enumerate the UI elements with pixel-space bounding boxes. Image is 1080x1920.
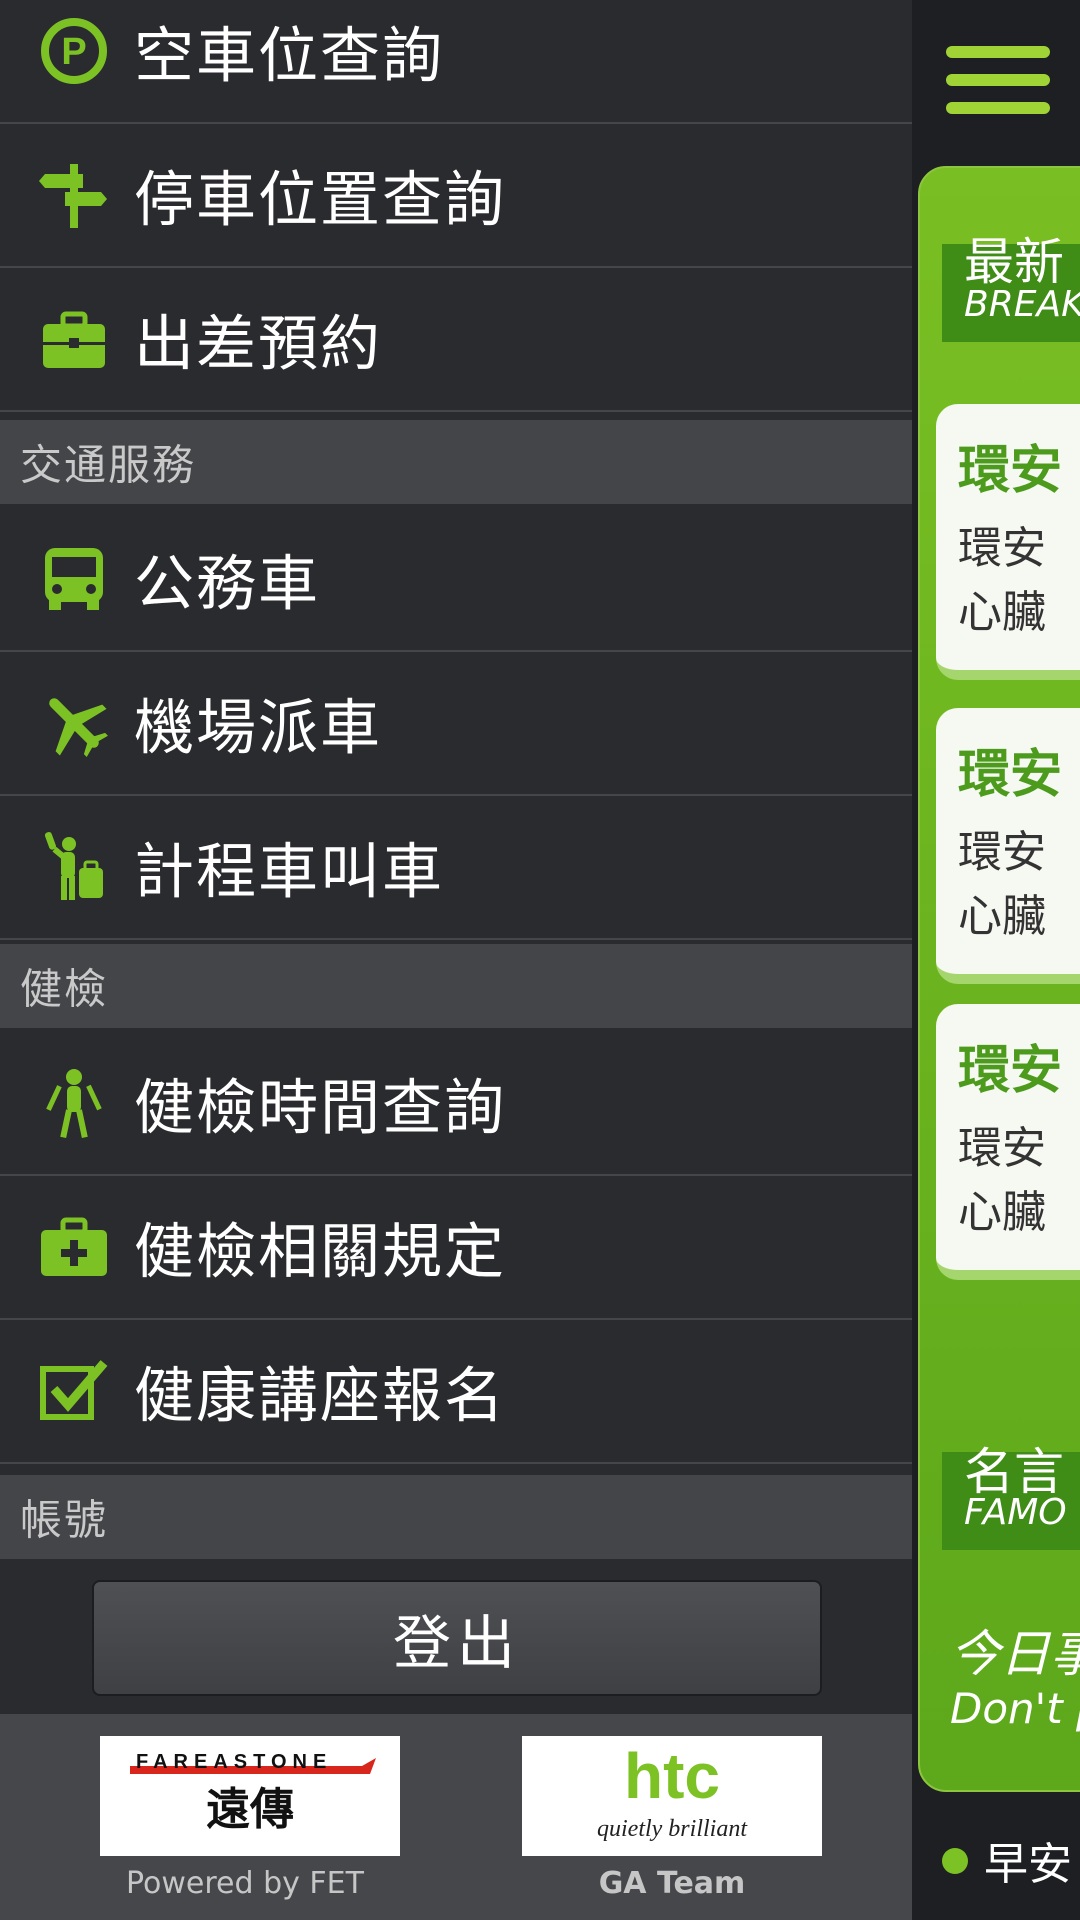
person-icon (38, 1067, 110, 1139)
menu-icon[interactable] (946, 46, 1050, 114)
news-line: 心臟 (958, 587, 1046, 638)
checkbox-icon (38, 1355, 110, 1427)
signpost-icon (38, 159, 110, 231)
fet-caption: Powered by FET (126, 1866, 364, 1901)
htc-caption: GA Team (598, 1866, 746, 1901)
fet-logo: FAREASTONE 遠傳 (100, 1736, 400, 1856)
quote-zh: 今日事 (950, 1625, 1080, 1683)
greeting-text: 早安 (984, 1839, 1072, 1890)
quote-en: Don't p (950, 1684, 1080, 1733)
menu-item-official-car[interactable]: 公務車 (0, 508, 912, 652)
menu-item-label: 停車位置查詢 (134, 165, 506, 236)
news-card[interactable]: 環安 環安 心臟 (936, 1004, 1080, 1280)
menu-item-checkup-time[interactable]: 健檢時間查詢 (0, 1032, 912, 1176)
fet-logo-top: FAREASTONE (136, 1751, 332, 1773)
section-title: 帳號 (20, 1495, 109, 1545)
news-line: 環安 (958, 827, 1046, 878)
menu-item-label: 健檢時間查詢 (134, 1073, 506, 1144)
menu-item-label: 出差預約 (134, 309, 382, 380)
menu-item-label: 空車位查詢 (134, 21, 444, 92)
menu-item-health-seminar[interactable]: 健康講座報名 (0, 1320, 912, 1464)
news-title: 環安 (958, 745, 1063, 805)
news-line: 環安 (958, 1123, 1046, 1174)
menu-item-checkup-rules[interactable]: 健檢相關規定 (0, 1176, 912, 1320)
news-card[interactable]: 環安 環安 心臟 (936, 708, 1080, 984)
section-header-health: 健檢 (0, 944, 912, 1028)
menu-item-business-trip[interactable]: 出差預約 (0, 268, 912, 412)
medical-kit-icon (38, 1211, 110, 1283)
airplane-icon (38, 687, 110, 759)
menu-item-parking-location[interactable]: 停車位置查詢 (0, 124, 912, 268)
banner-subtitle: FAMO (964, 1492, 1067, 1533)
news-title: 環安 (958, 1041, 1063, 1101)
menu-item-vacant-parking[interactable]: P 空車位查詢 (0, 0, 912, 124)
menu-item-call-taxi[interactable]: 計程車叫車 (0, 796, 912, 940)
htc-logo: htc quietly brilliant (522, 1736, 822, 1856)
footer: FAREASTONE 遠傳 Powered by FET htc quietly… (0, 1714, 912, 1920)
section-title: 交通服務 (20, 440, 197, 490)
parking-icon: P (38, 15, 110, 87)
banner-subtitle: BREAK (964, 284, 1080, 325)
bus-icon (38, 543, 110, 615)
htc-logo-bottom: quietly brilliant (597, 1816, 748, 1842)
taxi-hail-icon (38, 831, 110, 903)
menu-item-label: 公務車 (134, 549, 320, 620)
news-title: 環安 (958, 441, 1063, 501)
svg-text:P: P (61, 31, 86, 73)
section-title: 健檢 (20, 964, 109, 1014)
breaking-banner: 最新 BREAK (942, 233, 1080, 342)
main-content-peek: 最新 BREAK 環安 環安 心臟 環安 環安 心臟 環安 環安 心臟 名言 F… (912, 0, 1080, 1920)
briefcase-icon (38, 303, 110, 375)
news-line: 環安 (958, 523, 1046, 574)
navigation-drawer: P 空車位查詢 停車位置查詢 出差預約 交通服務 公務車 機場派車 計程車叫車 … (0, 0, 912, 1920)
news-card[interactable]: 環安 環安 心臟 (936, 404, 1080, 680)
menu-item-label: 健康講座報名 (134, 1361, 506, 1432)
famous-quote-banner: 名言 FAMO (942, 1443, 1080, 1550)
menu-item-label: 機場派車 (134, 693, 382, 764)
menu-item-airport-transfer[interactable]: 機場派車 (0, 652, 912, 796)
menu-item-label: 計程車叫車 (134, 837, 444, 908)
section-header-account: 帳號 (0, 1475, 912, 1559)
news-line: 心臟 (958, 1187, 1046, 1238)
logout-button[interactable]: 登出 (92, 1580, 822, 1696)
section-header-transport: 交通服務 (0, 420, 912, 504)
status-dot-icon (942, 1848, 968, 1874)
fet-logo-bottom: 遠傳 (206, 1784, 294, 1835)
menu-item-label: 健檢相關規定 (134, 1217, 506, 1288)
htc-logo-top: htc (624, 1740, 720, 1812)
news-line: 心臟 (958, 891, 1046, 942)
